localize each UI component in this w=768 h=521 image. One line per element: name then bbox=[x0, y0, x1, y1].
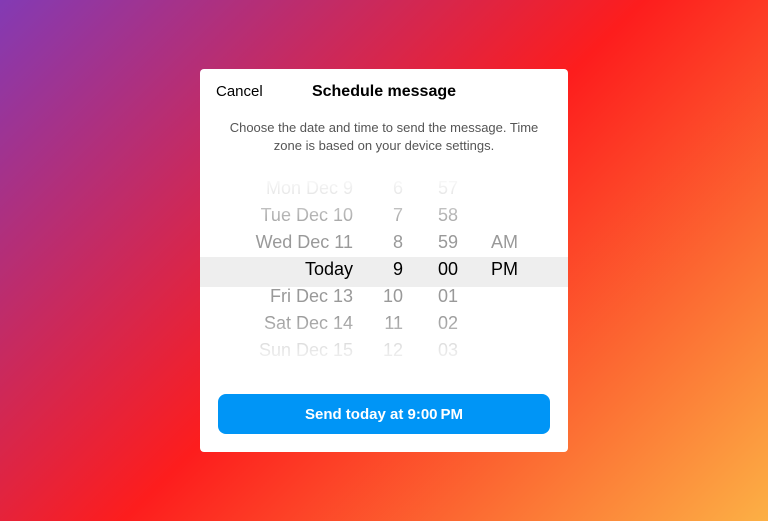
picker-hour-option[interactable]: 8 bbox=[393, 229, 411, 256]
picker-minute-option[interactable]: 02 bbox=[438, 310, 466, 337]
picker-date-option[interactable]: Sun Dec 15 bbox=[259, 337, 361, 364]
picker-ampm-option[interactable]: AM bbox=[491, 229, 526, 256]
picker-hour-option[interactable]: 6 bbox=[393, 175, 411, 202]
picker-hour-option[interactable]: 9 bbox=[393, 256, 411, 283]
send-button[interactable]: Send today at 9:00 PM bbox=[218, 394, 550, 434]
picker-hour-option[interactable]: 11 bbox=[384, 310, 411, 337]
picker-ampm-option[interactable]: PM bbox=[491, 256, 526, 283]
schedule-message-modal: Cancel Schedule message Choose the date … bbox=[200, 69, 568, 452]
modal-description: Choose the date and time to send the mes… bbox=[200, 107, 568, 169]
picker-date-option[interactable]: Tue Dec 10 bbox=[261, 202, 361, 229]
modal-footer: Send today at 9:00 PM bbox=[200, 384, 568, 452]
picker-date-option[interactable]: Fri Dec 13 bbox=[270, 283, 361, 310]
modal-title: Schedule message bbox=[216, 83, 552, 101]
picker-hour-option[interactable]: 12 bbox=[383, 337, 411, 364]
picker-ampm-option bbox=[518, 283, 526, 310]
datetime-picker[interactable]: Mon Dec 9 Tue Dec 10 Wed Dec 11 Today Fr… bbox=[200, 175, 568, 370]
picker-minute-option[interactable]: 57 bbox=[438, 175, 466, 202]
cancel-button[interactable]: Cancel bbox=[216, 83, 263, 100]
picker-minute-option[interactable]: 58 bbox=[438, 202, 466, 229]
picker-minute-option[interactable]: 00 bbox=[438, 256, 466, 283]
picker-column-date[interactable]: Mon Dec 9 Tue Dec 10 Wed Dec 11 Today Fr… bbox=[226, 175, 361, 370]
picker-date-option[interactable]: Mon Dec 9 bbox=[266, 175, 361, 202]
picker-ampm-option bbox=[518, 175, 526, 202]
picker-ampm-option bbox=[518, 202, 526, 229]
picker-minute-option[interactable]: 01 bbox=[438, 283, 466, 310]
picker-ampm-option bbox=[518, 310, 526, 337]
picker-date-option[interactable]: Today bbox=[305, 256, 361, 283]
picker-minute-option[interactable]: 03 bbox=[438, 337, 466, 364]
picker-ampm-option bbox=[518, 337, 526, 364]
picker-minute-option[interactable]: 59 bbox=[438, 229, 466, 256]
picker-column-hour[interactable]: 6 7 8 9 10 11 12 bbox=[361, 175, 411, 370]
picker-date-option[interactable]: Sat Dec 14 bbox=[264, 310, 361, 337]
picker-column-ampm[interactable]: AM PM bbox=[466, 175, 526, 370]
picker-date-option[interactable]: Wed Dec 11 bbox=[256, 229, 361, 256]
picker-hour-option[interactable]: 7 bbox=[393, 202, 411, 229]
picker-hour-option[interactable]: 10 bbox=[383, 283, 411, 310]
picker-column-minute[interactable]: 57 58 59 00 01 02 03 bbox=[411, 175, 466, 370]
modal-header: Cancel Schedule message bbox=[200, 69, 568, 107]
